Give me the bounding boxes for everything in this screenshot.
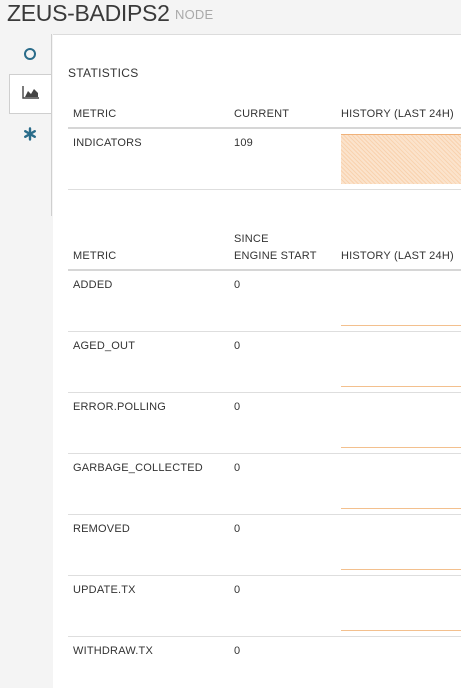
metric-name: ERROR.POLLING (73, 401, 167, 413)
metric-value: 109 (234, 137, 253, 149)
history-sparkline (341, 386, 461, 387)
col-header-history: HISTORY (LAST 24H) (341, 108, 454, 120)
asterisk-icon (23, 126, 37, 146)
row-divider (68, 514, 461, 515)
nav-divider (51, 34, 52, 216)
area-chart-icon (21, 85, 40, 104)
section-title: STATISTICS (68, 66, 139, 80)
metric-name: REMOVED (73, 523, 131, 535)
history-sparkline (341, 325, 461, 326)
metric-value: 0 (234, 523, 241, 535)
history-sparkline (341, 508, 461, 509)
metric-name: INDICATORS (73, 137, 142, 149)
metric-value: 0 (234, 340, 241, 352)
metric-value: 0 (234, 645, 241, 657)
col-header-current: CURRENT (234, 108, 290, 120)
metric-name: UPDATE.TX (73, 584, 136, 596)
history-sparkline (341, 447, 461, 448)
row-divider (68, 453, 461, 454)
col-header-metric: METRIC (73, 250, 117, 262)
nav-overview-button[interactable] (9, 36, 51, 76)
side-nav (0, 34, 52, 687)
history-sparkline (341, 569, 461, 570)
circle-outline-icon (23, 47, 37, 66)
statistics-panel: STATISTICS METRIC CURRENT HISTORY (LAST … (53, 34, 461, 688)
page-header: ZEUS-BADIPS2 NODE (0, 0, 461, 34)
metric-name: ADDED (73, 279, 113, 291)
metric-name: WITHDRAW.TX (73, 645, 154, 657)
nav-config-button[interactable] (9, 116, 51, 156)
metric-name: GARBAGE_COLLECTED (73, 462, 203, 474)
history-sparkline (341, 630, 461, 631)
page-subtitle: NODE (175, 7, 214, 22)
col-header-since-line2: ENGINE START (234, 250, 317, 262)
row-divider (68, 331, 461, 332)
page-title: ZEUS-BADIPS2 (7, 0, 170, 26)
row-divider (68, 189, 461, 190)
row-divider (68, 636, 461, 637)
col-header-since-line1: SINCE (234, 233, 269, 245)
metric-name: AGED_OUT (73, 340, 136, 352)
header-divider (68, 269, 461, 271)
metric-value: 0 (234, 584, 241, 596)
metric-value: 0 (234, 401, 241, 413)
row-divider (68, 575, 461, 576)
nav-statistics-button[interactable] (9, 74, 51, 114)
history-sparkline (341, 134, 461, 184)
header-divider (68, 127, 461, 129)
row-divider (68, 392, 461, 393)
col-header-metric: METRIC (73, 108, 117, 120)
metric-value: 0 (234, 279, 241, 291)
col-header-history: HISTORY (LAST 24H) (341, 250, 454, 262)
metric-value: 0 (234, 462, 241, 474)
